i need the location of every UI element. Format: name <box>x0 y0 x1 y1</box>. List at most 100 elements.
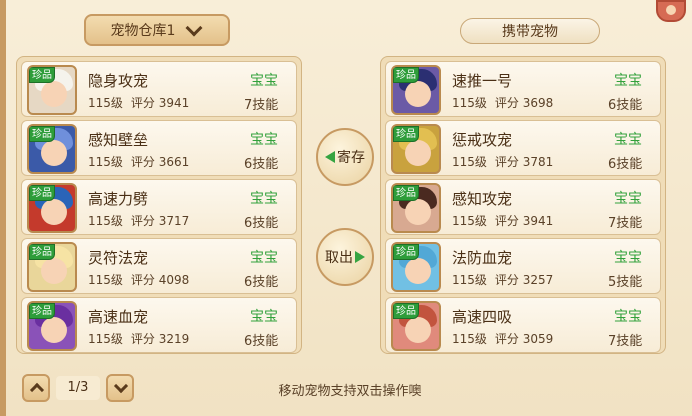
take-out-button-label: 取出 <box>325 250 353 266</box>
pet-score: 评分 3941 <box>130 96 190 110</box>
pet-skill-count: 6技能 <box>608 98 643 113</box>
rare-badge: 珍品 <box>393 185 419 201</box>
pet-skill-count: 6技能 <box>244 334 279 349</box>
pet-score: 评分 4098 <box>130 273 190 287</box>
pet-name: 感知攻宠 <box>452 190 513 208</box>
pet-name: 感知壁垒 <box>88 131 149 149</box>
chevron-down-icon <box>185 21 203 39</box>
pet-type: 宝宝 <box>614 191 642 207</box>
pet-avatar: 珍品 <box>391 242 441 292</box>
pet-level: 115级 <box>452 273 487 287</box>
rare-badge: 珍品 <box>393 303 419 319</box>
pet-stats: 115级 评分 3717 <box>88 212 189 229</box>
pet-card[interactable]: 珍品 高速血宠 115级 评分 3219 宝宝 6技能 <box>21 297 297 353</box>
pet-skill-count: 6技能 <box>244 275 279 290</box>
pet-level: 115级 <box>452 155 487 169</box>
pet-name: 惩戒攻宠 <box>452 131 513 149</box>
pet-stats: 115级 评分 3661 <box>88 153 189 170</box>
take-out-button[interactable]: 取出 <box>316 228 374 286</box>
pet-type: 宝宝 <box>250 250 278 266</box>
pet-card[interactable]: 珍品 惩戒攻宠 115级 评分 3781 宝宝 6技能 <box>385 120 661 176</box>
store-button[interactable]: 寄存 <box>316 128 374 186</box>
pet-avatar-face <box>41 258 67 284</box>
pet-skill-count: 6技能 <box>608 157 643 172</box>
pet-skill-count: 5技能 <box>608 275 643 290</box>
pet-level: 115级 <box>88 214 123 228</box>
footer-hint: 移动宠物支持双击操作噢 <box>278 384 422 399</box>
pet-type: 宝宝 <box>250 191 278 207</box>
carried-pets-title: 携带宠物 <box>460 18 600 44</box>
pet-avatar-face <box>405 199 431 225</box>
pet-score: 评分 3257 <box>494 273 554 287</box>
rare-badge: 珍品 <box>29 67 55 83</box>
pet-stats: 115级 评分 3781 <box>452 153 553 170</box>
pet-type: 宝宝 <box>614 132 642 148</box>
pet-score: 评分 3698 <box>494 96 554 110</box>
close-icon[interactable] <box>656 0 686 22</box>
pet-type: 宝宝 <box>250 309 278 325</box>
pet-avatar: 珍品 <box>391 183 441 233</box>
pet-name: 速推一号 <box>452 72 513 90</box>
pet-score: 评分 3717 <box>130 214 190 228</box>
pet-type: 宝宝 <box>614 250 642 266</box>
pet-name: 隐身攻宠 <box>88 72 149 90</box>
pet-score: 评分 3661 <box>130 155 190 169</box>
storage-select-label: 宠物仓库1 <box>110 23 176 39</box>
pet-score: 评分 3941 <box>494 214 554 228</box>
pet-stats: 115级 评分 3698 <box>452 94 553 111</box>
pet-score: 评分 3059 <box>494 332 554 346</box>
pet-avatar-face <box>405 140 431 166</box>
page-down-button[interactable] <box>106 374 134 402</box>
pet-avatar: 珍品 <box>27 65 77 115</box>
rare-badge: 珍品 <box>29 303 55 319</box>
page-up-button[interactable] <box>22 374 50 402</box>
pet-avatar: 珍品 <box>391 65 441 115</box>
carried-pet-list: 珍品 速推一号 115级 评分 3698 宝宝 6技能 珍品 惩戒攻宠 115级 评分 3781 宝… <box>380 56 666 354</box>
pet-skill-count: 7技能 <box>608 216 643 231</box>
arrow-right-icon <box>355 251 365 263</box>
pet-type: 宝宝 <box>614 309 642 325</box>
pet-avatar-face <box>405 317 431 343</box>
pet-stats: 115级 评分 4098 <box>88 271 189 288</box>
storage-select-dropdown[interactable]: 宠物仓库1 <box>84 14 230 46</box>
pet-avatar-face <box>405 258 431 284</box>
pet-card[interactable]: 珍品 高速力劈 115级 评分 3717 宝宝 6技能 <box>21 179 297 235</box>
pet-stats: 115级 评分 3219 <box>88 330 189 347</box>
pet-avatar: 珍品 <box>391 301 441 351</box>
pet-level: 115级 <box>88 155 123 169</box>
rare-badge: 珍品 <box>393 67 419 83</box>
pet-score: 评分 3219 <box>130 332 190 346</box>
pet-card[interactable]: 珍品 隐身攻宠 115级 评分 3941 宝宝 7技能 <box>21 61 297 117</box>
arrow-left-icon <box>325 151 335 163</box>
pet-type: 宝宝 <box>614 73 642 89</box>
pet-name: 高速血宠 <box>88 308 149 326</box>
pet-name: 灵符法宠 <box>88 249 149 267</box>
pet-avatar-face <box>41 317 67 343</box>
pet-avatar: 珍品 <box>27 242 77 292</box>
pet-card[interactable]: 珍品 高速四吸 115级 评分 3059 宝宝 7技能 <box>385 297 661 353</box>
pet-name: 高速力劈 <box>88 190 149 208</box>
pet-card[interactable]: 珍品 灵符法宠 115级 评分 4098 宝宝 6技能 <box>21 238 297 294</box>
pet-card[interactable]: 珍品 法防血宠 115级 评分 3257 宝宝 5技能 <box>385 238 661 294</box>
pet-avatar-face <box>41 199 67 225</box>
pet-level: 115级 <box>452 332 487 346</box>
pet-skill-count: 7技能 <box>608 334 643 349</box>
pet-card[interactable]: 珍品 速推一号 115级 评分 3698 宝宝 6技能 <box>385 61 661 117</box>
carried-pets-label: 携带宠物 <box>502 24 558 40</box>
pet-avatar-face <box>405 81 431 107</box>
pet-level: 115级 <box>452 214 487 228</box>
pet-avatar: 珍品 <box>27 124 77 174</box>
pet-skill-count: 7技能 <box>244 98 279 113</box>
pet-card[interactable]: 珍品 感知攻宠 115级 评分 3941 宝宝 7技能 <box>385 179 661 235</box>
pet-name: 高速四吸 <box>452 308 513 326</box>
page-indicator: 1/3 <box>56 376 100 400</box>
pet-stats: 115级 评分 3059 <box>452 330 553 347</box>
pet-avatar: 珍品 <box>27 183 77 233</box>
pet-skill-count: 6技能 <box>244 216 279 231</box>
pet-avatar-face <box>41 81 67 107</box>
storage-pet-list: 珍品 隐身攻宠 115级 评分 3941 宝宝 7技能 珍品 感知壁垒 115级 评分 3661 宝… <box>16 56 302 354</box>
rare-badge: 珍品 <box>393 126 419 142</box>
pet-card[interactable]: 珍品 感知壁垒 115级 评分 3661 宝宝 6技能 <box>21 120 297 176</box>
store-button-label: 寄存 <box>337 150 365 166</box>
pet-level: 115级 <box>452 96 487 110</box>
